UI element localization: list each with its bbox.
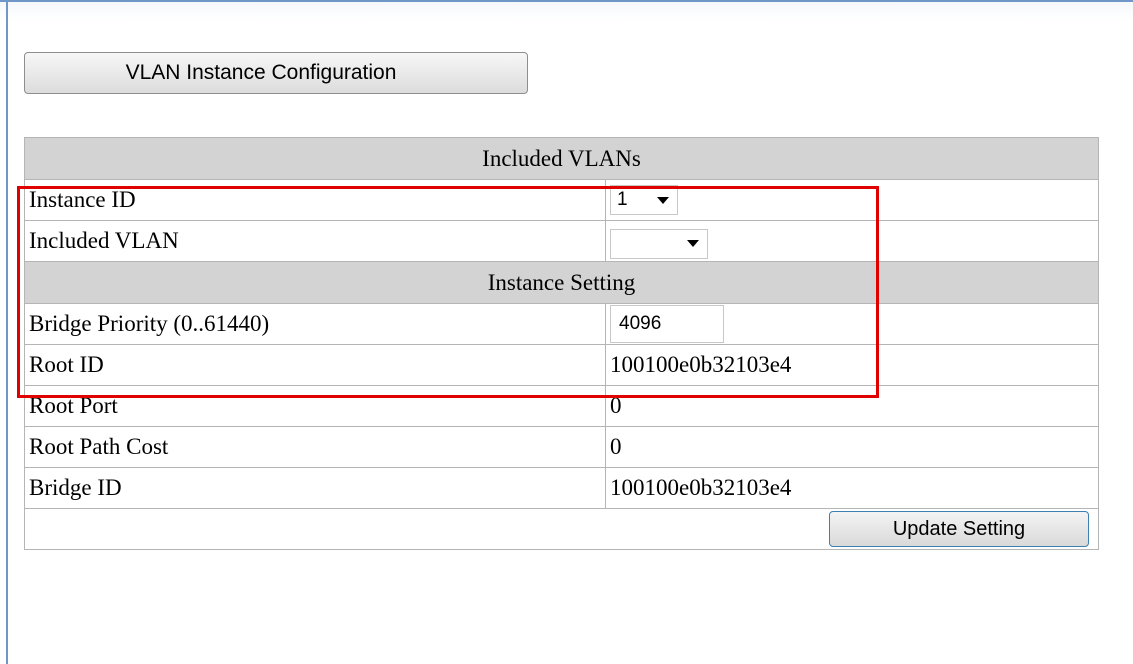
table-row-root-id: Root ID 100100e0b32103e4 [24,344,1099,386]
root-id-value: 100100e0b32103e4 [605,344,1099,386]
bridge-id-label: Bridge ID [24,467,606,509]
included-vlan-cell [605,220,1099,262]
bridge-priority-cell: 4096 [605,303,1099,345]
table-row-instance-id: Instance ID 1 [24,179,1099,221]
root-path-cost-value: 0 [605,426,1099,468]
instance-id-cell: 1 [605,179,1099,221]
instance-id-select[interactable]: 1 [610,185,678,215]
vlan-instance-configuration-button[interactable]: VLAN Instance Configuration [24,52,528,94]
bridge-priority-input[interactable]: 4096 [610,305,724,343]
section-title-instance-setting: Instance Setting [24,261,1099,304]
chevron-down-icon [687,240,699,247]
section-header-included-vlans: Included VLANs [24,137,1099,180]
instance-config-table: Included VLANs Instance ID 1 Included VL… [24,137,1099,550]
root-port-label: Root Port [24,385,606,427]
bridge-priority-label: Bridge Priority (0..61440) [24,303,606,345]
window-top-bar [0,0,1133,22]
update-setting-label: Update Setting [892,517,1026,540]
actions-cell: Update Setting [24,508,1099,550]
config-button-label: VLAN Instance Configuration [125,61,397,84]
table-row-actions: Update Setting [24,508,1099,550]
included-vlan-select[interactable] [610,228,708,259]
included-vlan-label: Included VLAN [24,220,606,262]
root-port-value: 0 [605,385,1099,427]
section-title-included-vlans: Included VLANs [24,137,1099,180]
section-header-instance-setting: Instance Setting [24,261,1099,304]
chevron-down-icon [657,196,669,204]
root-id-label: Root ID [24,344,606,386]
bridge-priority-value: 4096 [619,313,662,334]
instance-id-value: 1 [617,189,628,210]
update-setting-button[interactable]: Update Setting [829,511,1089,547]
instance-id-label: Instance ID [24,179,606,221]
table-row-bridge-priority: Bridge Priority (0..61440) 4096 [24,303,1099,345]
table-row-root-path-cost: Root Path Cost 0 [24,426,1099,468]
table-row-included-vlan: Included VLAN [24,220,1099,262]
table-row-root-port: Root Port 0 [24,385,1099,427]
root-path-cost-label: Root Path Cost [24,426,606,468]
table-row-bridge-id: Bridge ID 100100e0b32103e4 [24,467,1099,509]
window-left-border [6,0,8,664]
bridge-id-value: 100100e0b32103e4 [605,467,1099,509]
